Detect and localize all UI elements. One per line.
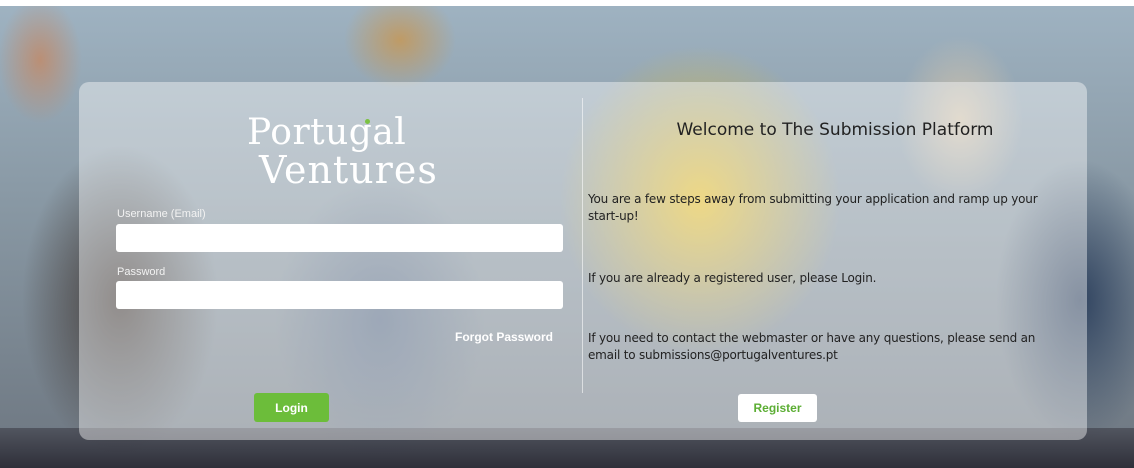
logo-line-1: Portugal	[247, 112, 407, 153]
username-input[interactable]	[116, 224, 563, 252]
password-label: Password	[117, 266, 166, 278]
welcome-paragraph-contact: If you need to contact the webmaster or …	[588, 331, 1036, 362]
login-button[interactable]: Login	[254, 393, 329, 422]
welcome-title: Welcome to The Submission Platform	[676, 120, 994, 140]
register-button[interactable]: Register	[738, 394, 817, 422]
username-label: Username (Email)	[117, 208, 206, 220]
welcome-paragraph-login: If you are already a registered user, pl…	[588, 271, 877, 285]
top-strip	[0, 0, 1134, 6]
portugal-ventures-logo: Portugal Ventures	[241, 114, 441, 194]
forgot-password-link[interactable]: Forgot Password	[455, 330, 553, 344]
logo-green-dot	[365, 119, 370, 124]
password-input[interactable]	[116, 281, 563, 309]
logo-line-2: Ventures	[259, 148, 438, 192]
welcome-paragraph-steps: You are a few steps away from submitting…	[588, 192, 1038, 223]
card-divider	[582, 98, 583, 393]
